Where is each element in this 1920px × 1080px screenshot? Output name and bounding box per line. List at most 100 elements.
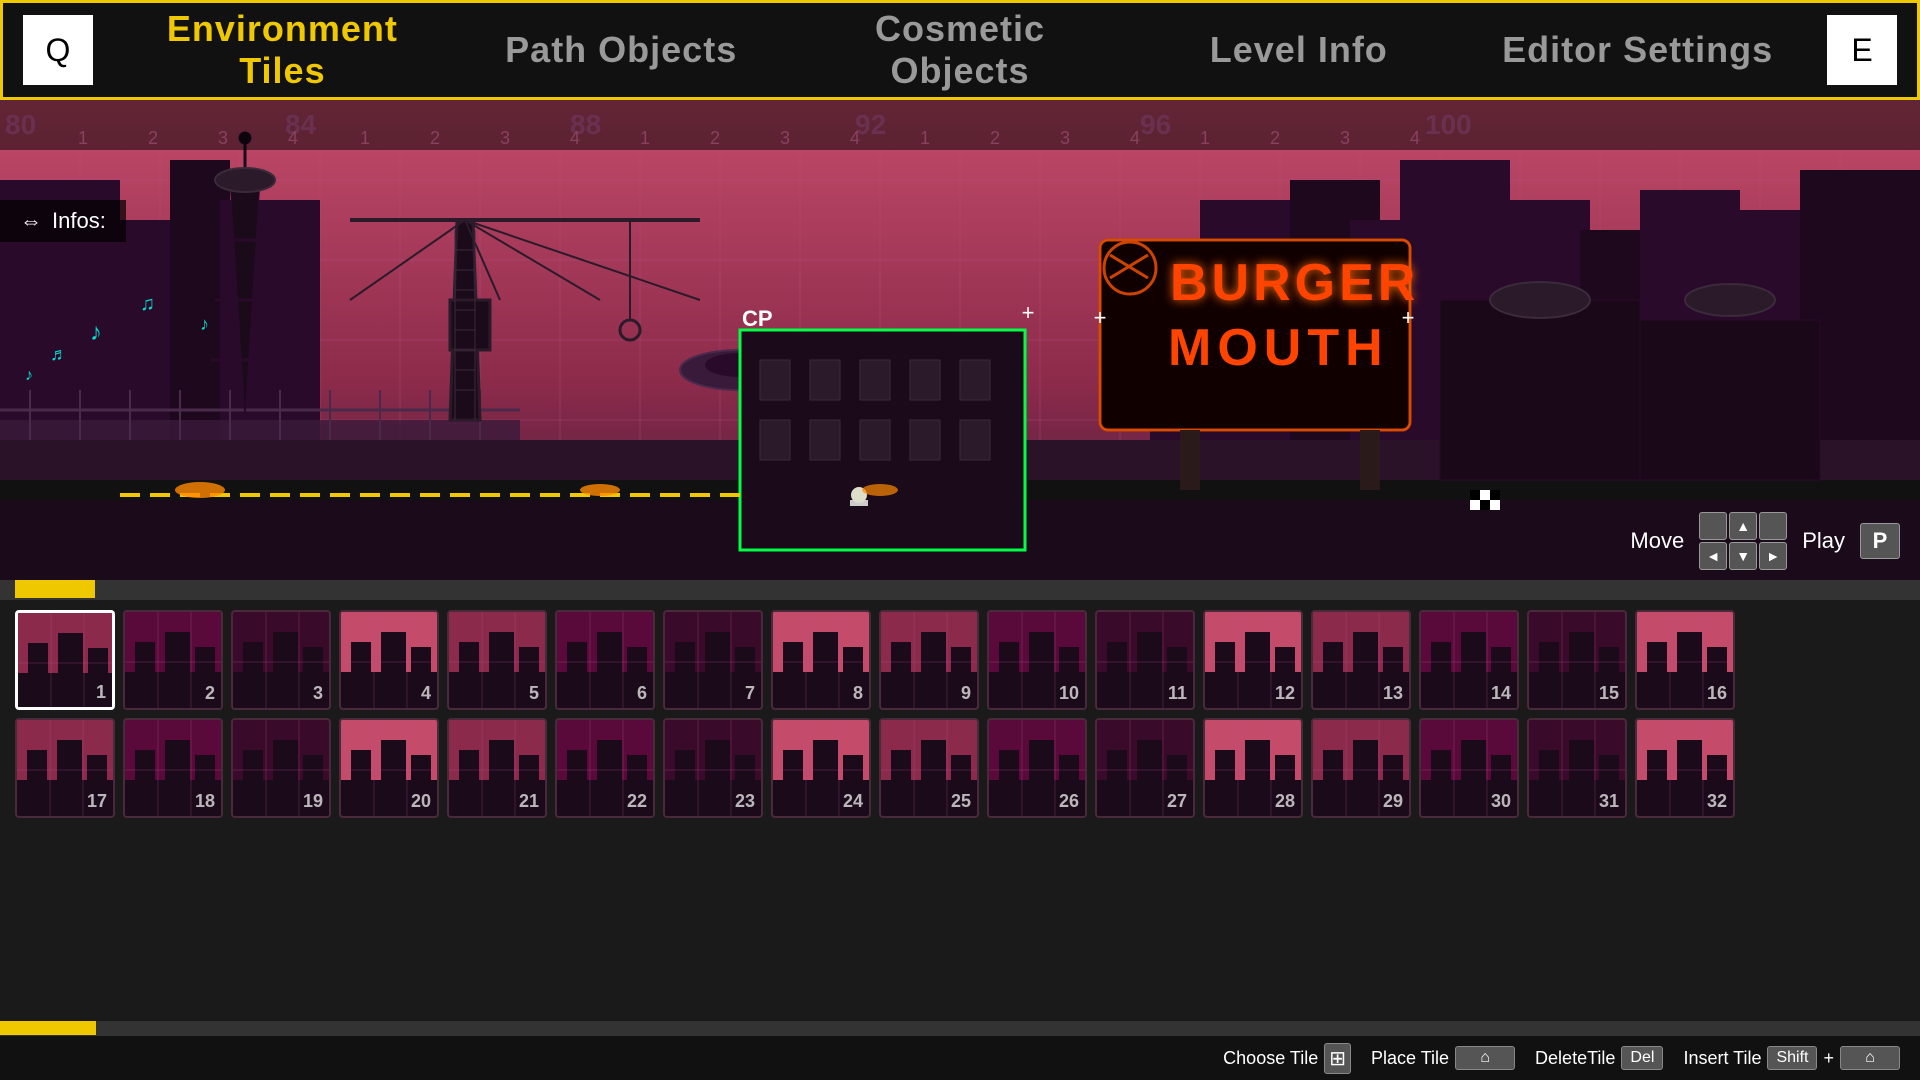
choose-tile-key: ⊞ xyxy=(1324,1043,1351,1074)
tile-number-8: 8 xyxy=(853,683,863,704)
key-down: ▼ xyxy=(1729,542,1757,570)
tile-number-6: 6 xyxy=(637,683,647,704)
editor-settings-key-button[interactable]: E xyxy=(1827,15,1897,85)
tile-item-14[interactable]: 14 xyxy=(1419,610,1519,710)
tile-item-32[interactable]: 32 xyxy=(1635,718,1735,818)
place-tile-item: Place Tile ⌂ xyxy=(1371,1046,1515,1070)
insert-tile-label: Insert Tile xyxy=(1683,1048,1761,1069)
svg-text:♪: ♪ xyxy=(90,319,102,346)
tile-item-23[interactable]: 23 xyxy=(663,718,763,818)
tile-grid: 1 2 3 4 xyxy=(0,600,1920,828)
svg-text:MOUTH: MOUTH xyxy=(1168,319,1389,377)
svg-text:+: + xyxy=(1402,305,1415,330)
tile-item-12[interactable]: 12 xyxy=(1203,610,1303,710)
svg-text:3: 3 xyxy=(780,128,790,148)
tab-editor-settings[interactable]: Editor Settings xyxy=(1468,19,1807,81)
tab-cosmetic-objects[interactable]: Cosmetic Objects xyxy=(791,0,1130,102)
tile-item-19[interactable]: 19 xyxy=(231,718,331,818)
scrollbar-thumb[interactable] xyxy=(15,580,95,598)
tile-item-2[interactable]: 2 xyxy=(123,610,223,710)
infos-icon: ⇔ xyxy=(20,208,42,234)
svg-text:4: 4 xyxy=(1410,128,1420,148)
delete-tile-label: DeleteTile xyxy=(1535,1048,1615,1069)
tile-number-20: 20 xyxy=(411,791,431,812)
key-right: ► xyxy=(1759,542,1787,570)
game-viewport[interactable]: BURGER MOUTH + + xyxy=(0,100,1920,580)
insert-tile-shift-key: Shift xyxy=(1767,1046,1817,1070)
svg-text:1: 1 xyxy=(640,128,650,148)
search-icon: Q xyxy=(46,32,71,69)
tile-number-22: 22 xyxy=(627,791,647,812)
tile-item-18[interactable]: 18 xyxy=(123,718,223,818)
horizontal-scrollbar[interactable] xyxy=(0,580,1920,598)
key-up: ▲ xyxy=(1729,512,1757,540)
svg-text:100: 100 xyxy=(1425,109,1472,140)
tab-path-objects[interactable]: Path Objects xyxy=(452,19,791,81)
tile-item-15[interactable]: 15 xyxy=(1527,610,1627,710)
tile-item-20[interactable]: 20 xyxy=(339,718,439,818)
tab-level-info[interactable]: Level Info xyxy=(1129,19,1468,81)
tile-item-26[interactable]: 26 xyxy=(987,718,1087,818)
svg-text:+: + xyxy=(1094,305,1107,330)
tile-row-2: 17 18 19 20 xyxy=(15,718,1905,818)
tile-item-3[interactable]: 3 xyxy=(231,610,331,710)
tile-item-16[interactable]: 16 xyxy=(1635,610,1735,710)
svg-text:3: 3 xyxy=(218,128,228,148)
svg-text:2: 2 xyxy=(430,128,440,148)
tile-row-1: 1 2 3 4 xyxy=(15,610,1905,710)
move-keys: ▲ ◄ ▼ ► xyxy=(1699,512,1787,570)
tile-number-12: 12 xyxy=(1275,683,1295,704)
svg-text:♬: ♬ xyxy=(50,344,68,364)
svg-text:2: 2 xyxy=(148,128,158,148)
tile-item-30[interactable]: 30 xyxy=(1419,718,1519,818)
tile-number-3: 3 xyxy=(313,683,323,704)
tab-environment-tiles[interactable]: Environment Tiles xyxy=(113,0,452,102)
insert-tile-item: Insert Tile Shift + ⌂ xyxy=(1683,1046,1900,1070)
tile-number-32: 32 xyxy=(1707,791,1727,812)
tile-number-4: 4 xyxy=(421,683,431,704)
tile-item-6[interactable]: 6 xyxy=(555,610,655,710)
tile-item-27[interactable]: 27 xyxy=(1095,718,1195,818)
svg-text:1: 1 xyxy=(920,128,930,148)
tile-number-26: 26 xyxy=(1059,791,1079,812)
choose-tile-item: Choose Tile ⊞ xyxy=(1223,1043,1351,1074)
tile-number-17: 17 xyxy=(87,791,107,812)
svg-text:2: 2 xyxy=(990,128,1000,148)
tile-item-5[interactable]: 5 xyxy=(447,610,547,710)
key-left: ◄ xyxy=(1699,542,1727,570)
move-label: Move xyxy=(1630,528,1684,554)
tile-item-10[interactable]: 10 xyxy=(987,610,1087,710)
tile-item-11[interactable]: 11 xyxy=(1095,610,1195,710)
bottom-progress-bar[interactable] xyxy=(0,1021,1920,1035)
svg-text:4: 4 xyxy=(1130,128,1140,148)
tile-item-31[interactable]: 31 xyxy=(1527,718,1627,818)
svg-text:+: + xyxy=(1022,300,1035,325)
tile-item-24[interactable]: 24 xyxy=(771,718,871,818)
key-empty-tl xyxy=(1699,512,1727,540)
play-label: Play xyxy=(1802,528,1845,554)
tile-item-4[interactable]: 4 xyxy=(339,610,439,710)
tile-item-17[interactable]: 17 xyxy=(15,718,115,818)
tile-item-29[interactable]: 29 xyxy=(1311,718,1411,818)
tile-item-1[interactable]: 1 xyxy=(15,610,115,710)
tile-number-24: 24 xyxy=(843,791,863,812)
tile-number-11: 11 xyxy=(1168,683,1187,704)
place-tile-key: ⌂ xyxy=(1455,1046,1515,1070)
search-button[interactable]: Q xyxy=(23,15,93,85)
tile-item-13[interactable]: 13 xyxy=(1311,610,1411,710)
tile-item-7[interactable]: 7 xyxy=(663,610,763,710)
tile-item-25[interactable]: 25 xyxy=(879,718,979,818)
tile-item-22[interactable]: 22 xyxy=(555,718,655,818)
svg-text:♪: ♪ xyxy=(200,314,209,334)
tile-item-28[interactable]: 28 xyxy=(1203,718,1303,818)
bottom-toolbar: Choose Tile ⊞ Place Tile ⌂ DeleteTile De… xyxy=(0,1035,1920,1080)
tile-number-14: 14 xyxy=(1491,683,1511,704)
svg-text:4: 4 xyxy=(570,128,580,148)
tile-number-23: 23 xyxy=(735,791,755,812)
tile-item-21[interactable]: 21 xyxy=(447,718,547,818)
svg-text:2: 2 xyxy=(1270,128,1280,148)
insert-tile-arrow-key: ⌂ xyxy=(1840,1046,1900,1070)
tile-item-9[interactable]: 9 xyxy=(879,610,979,710)
delete-tile-item: DeleteTile Del xyxy=(1535,1046,1663,1070)
tile-item-8[interactable]: 8 xyxy=(771,610,871,710)
